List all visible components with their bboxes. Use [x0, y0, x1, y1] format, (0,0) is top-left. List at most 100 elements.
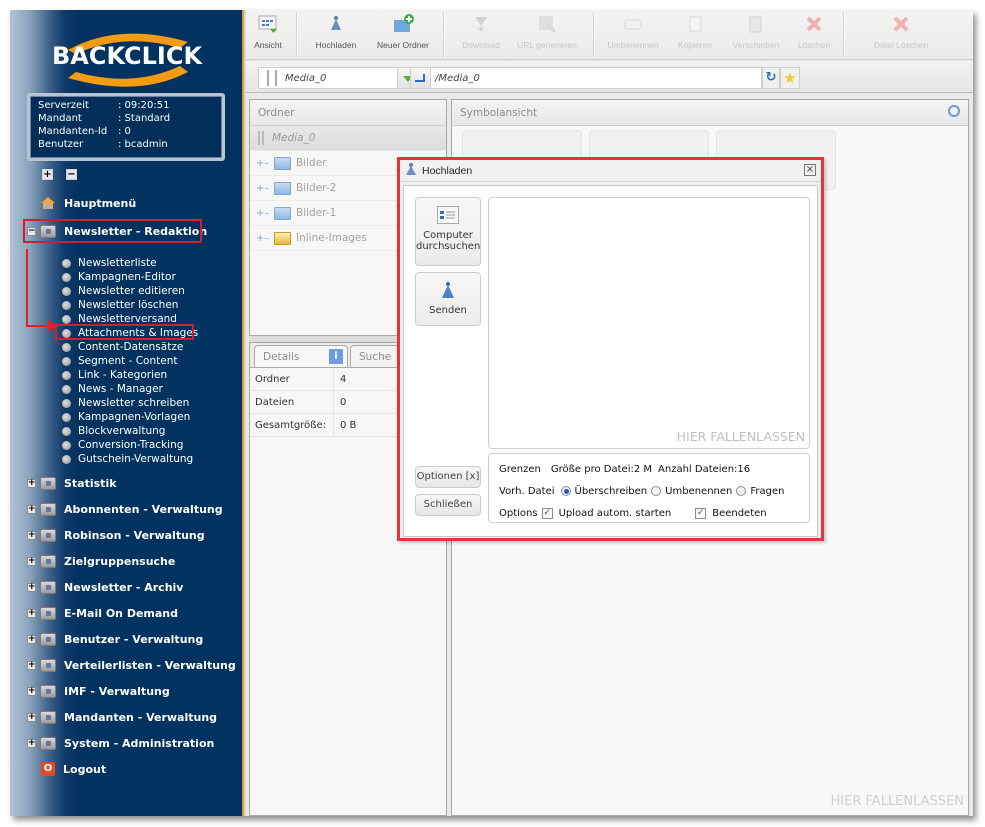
- copy-button[interactable]: Kopieren: [670, 14, 720, 58]
- folder-icon: [274, 156, 291, 170]
- nav-sub-item[interactable]: News - Manager: [62, 382, 163, 396]
- drop-zone[interactable]: HIER FALLENLASSEN: [488, 197, 810, 449]
- bullet-icon: [62, 286, 71, 296]
- folder-icon: [40, 554, 56, 568]
- send-button[interactable]: Senden: [415, 272, 481, 326]
- expand-icon[interactable]: +: [27, 504, 36, 514]
- dialog-close-icon[interactable]: ×: [804, 164, 816, 176]
- toolbar: Ansicht Hochladen Neuer Ordner Download …: [246, 10, 973, 60]
- expand-icon[interactable]: +: [27, 738, 36, 748]
- browse-computer-button[interactable]: Computer durchsuchen: [415, 197, 481, 266]
- bullet-icon: [62, 314, 71, 324]
- nav-section[interactable]: + E-Mail On Demand: [10, 602, 178, 624]
- expand-icon[interactable]: +: [27, 634, 36, 644]
- nav-sub-item[interactable]: Content-Datensätze: [62, 340, 183, 354]
- nav-sub-item[interactable]: Gutschein-Verwaltung: [62, 452, 193, 466]
- expand-icon[interactable]: +: [27, 712, 36, 722]
- dialog-title-bar[interactable]: Hochladen: [400, 160, 821, 182]
- nav-home[interactable]: Hauptmenü: [10, 192, 136, 214]
- expand-icon[interactable]: +: [27, 582, 36, 592]
- expand-icon[interactable]: +: [27, 660, 36, 670]
- folder-icon: [274, 181, 291, 195]
- nav-sub-item[interactable]: Newsletter schreiben: [62, 396, 189, 410]
- expand-icon[interactable]: +: [27, 530, 36, 540]
- nav-section[interactable]: + Newsletter - Archiv: [10, 576, 183, 598]
- refresh-icon[interactable]: ↻: [762, 67, 780, 89]
- nav-section[interactable]: + System - Administration: [10, 732, 214, 754]
- tab-search[interactable]: Suche: [350, 345, 401, 367]
- nav-section[interactable]: + Statistik: [10, 472, 117, 494]
- folder-icon: [40, 580, 56, 594]
- bullet-icon: [62, 412, 71, 422]
- folder-pane-title: Ordner: [250, 100, 446, 126]
- generate-url-button[interactable]: URL generieren: [512, 14, 582, 58]
- expand-all-button[interactable]: +: [42, 169, 53, 180]
- options-toggle-button[interactable]: Optionen [x]: [415, 466, 481, 488]
- nav-sub-item[interactable]: Newsletterliste: [62, 256, 157, 270]
- nav-section[interactable]: + Mandanten - Verwaltung: [10, 706, 217, 728]
- nav-sub-item[interactable]: Newsletter löschen: [62, 298, 178, 312]
- expand-icon[interactable]: +–: [256, 183, 274, 194]
- server-info-box: Serverzeit: 09:20:51 Mandant: Standard M…: [27, 93, 225, 161]
- download-button[interactable]: Download: [456, 14, 506, 58]
- delete-x-icon: [891, 14, 911, 34]
- nav-sub-item[interactable]: Newsletter editieren: [62, 284, 185, 298]
- tree-root[interactable]: Media_0: [250, 126, 446, 151]
- rename-button[interactable]: Umbenennen: [602, 14, 664, 58]
- expand-icon[interactable]: +: [27, 686, 36, 696]
- folder-icon: [40, 710, 56, 724]
- move-button[interactable]: Verschieben: [726, 14, 786, 58]
- delete-button[interactable]: Löschen: [792, 14, 836, 58]
- expand-icon[interactable]: +: [27, 608, 36, 618]
- auto-start-checkbox[interactable]: ✓: [541, 507, 553, 519]
- logo-text: BACKCLICK: [52, 42, 203, 70]
- nav-sub-item[interactable]: Segment - Content: [62, 354, 177, 368]
- folder-icon: [274, 231, 291, 245]
- expand-icon[interactable]: +: [27, 556, 36, 566]
- info-icon: i: [329, 349, 343, 364]
- options-line: Options ✓ Upload autom. starten ✓ Beende…: [499, 507, 767, 519]
- path-input[interactable]: /Media_0: [410, 67, 762, 89]
- view-grid-icon: [258, 14, 278, 34]
- bullet-icon: [62, 356, 71, 366]
- nav-sub-item[interactable]: Kampagnen-Vorlagen: [62, 410, 190, 424]
- drive-icon: [258, 131, 264, 145]
- nav-sub-item[interactable]: Conversion-Tracking: [62, 438, 183, 452]
- delete-file-button[interactable]: Datei Löschen: [866, 14, 936, 58]
- home-icon: [40, 196, 56, 210]
- nav-section[interactable]: + IMF - Verwaltung: [10, 680, 170, 702]
- nav-section[interactable]: + Benutzer - Verwaltung: [10, 628, 203, 650]
- nav-logout[interactable]: O Logout: [10, 758, 106, 780]
- nav-section[interactable]: + Abonnenten - Verwaltung: [10, 498, 223, 520]
- nav-section[interactable]: + Zielgruppensuche: [10, 550, 175, 572]
- view-button[interactable]: Ansicht: [250, 14, 286, 58]
- overwrite-radio[interactable]: [560, 486, 571, 496]
- annotation-arrow-line: [26, 249, 28, 327]
- nav-sub-item[interactable]: Blockverwaltung: [62, 424, 165, 438]
- new-folder-button[interactable]: Neuer Ordner: [370, 14, 436, 58]
- upload-icon: [440, 281, 456, 301]
- close-button[interactable]: Schließen: [415, 494, 481, 516]
- finish-checkbox[interactable]: ✓: [695, 507, 707, 519]
- nav-section[interactable]: + Robinson - Verwaltung: [10, 524, 205, 546]
- collapse-all-button[interactable]: −: [66, 169, 77, 180]
- rename-radio[interactable]: [651, 486, 662, 496]
- expand-icon[interactable]: +: [27, 478, 36, 488]
- folder-up-icon[interactable]: [411, 68, 431, 88]
- ask-radio[interactable]: [736, 486, 747, 496]
- copy-icon: [685, 14, 705, 34]
- nav-sub-item[interactable]: Kampagnen-Editor: [62, 270, 176, 284]
- upload-button[interactable]: Hochladen: [308, 14, 364, 58]
- favorites-star-icon[interactable]: ★: [780, 67, 800, 89]
- tab-details[interactable]: Details i: [254, 345, 348, 367]
- expand-icon[interactable]: +–: [256, 233, 274, 244]
- expand-icon[interactable]: +–: [256, 158, 274, 169]
- bullet-icon: [62, 272, 71, 282]
- expand-icon[interactable]: +–: [256, 208, 274, 219]
- root-select[interactable]: Media_0: [258, 67, 417, 89]
- info-server-time: Serverzeit: 09:20:51: [38, 100, 170, 111]
- nav-sub-item[interactable]: Link - Kategorien: [62, 368, 167, 382]
- nav-section[interactable]: + Verteilerlisten - Verwaltung: [10, 654, 236, 676]
- zoom-icon[interactable]: [948, 105, 960, 117]
- info-user: Benutzer: bcadmin: [38, 139, 168, 150]
